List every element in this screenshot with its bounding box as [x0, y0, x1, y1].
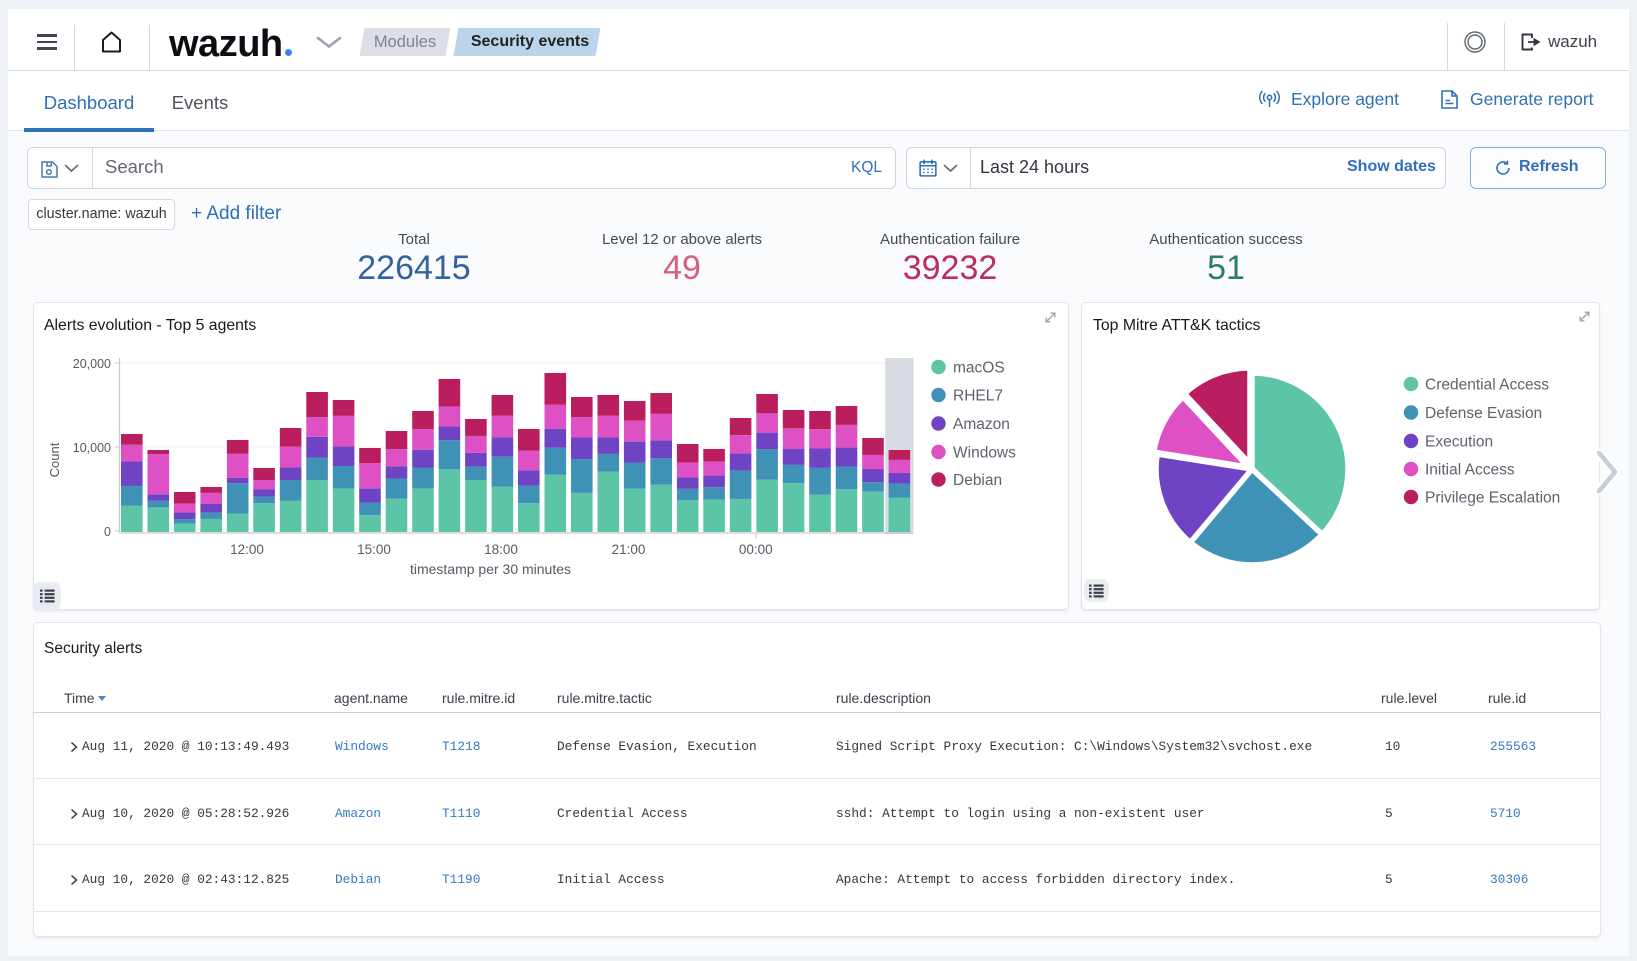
svg-text:Defense Evasion: Defense Evasion — [1425, 405, 1542, 422]
svg-text:Windows: Windows — [953, 445, 1016, 462]
svg-text:10,000: 10,000 — [73, 441, 111, 455]
svg-text:Amazon: Amazon — [953, 416, 1010, 433]
svg-text:12:00: 12:00 — [230, 542, 264, 557]
svg-text:Initial Access: Initial Access — [1425, 462, 1515, 479]
svg-text:Execution: Execution — [1425, 434, 1493, 451]
svg-text:Count: Count — [47, 442, 62, 477]
svg-text:Credential Access: Credential Access — [1425, 377, 1549, 394]
svg-text:Privilege Escalation: Privilege Escalation — [1425, 490, 1560, 507]
svg-text:timestamp per 30 minutes: timestamp per 30 minutes — [410, 561, 571, 577]
svg-text:21:00: 21:00 — [612, 542, 646, 557]
svg-text:RHEL7: RHEL7 — [953, 388, 1003, 405]
svg-text:Debian: Debian — [953, 472, 1002, 489]
svg-text:15:00: 15:00 — [357, 542, 391, 557]
svg-text:0: 0 — [104, 525, 111, 539]
svg-text:20,000: 20,000 — [73, 357, 111, 371]
svg-text:18:00: 18:00 — [484, 542, 518, 557]
svg-text:00:00: 00:00 — [739, 542, 773, 557]
svg-text:macOS: macOS — [953, 360, 1005, 377]
